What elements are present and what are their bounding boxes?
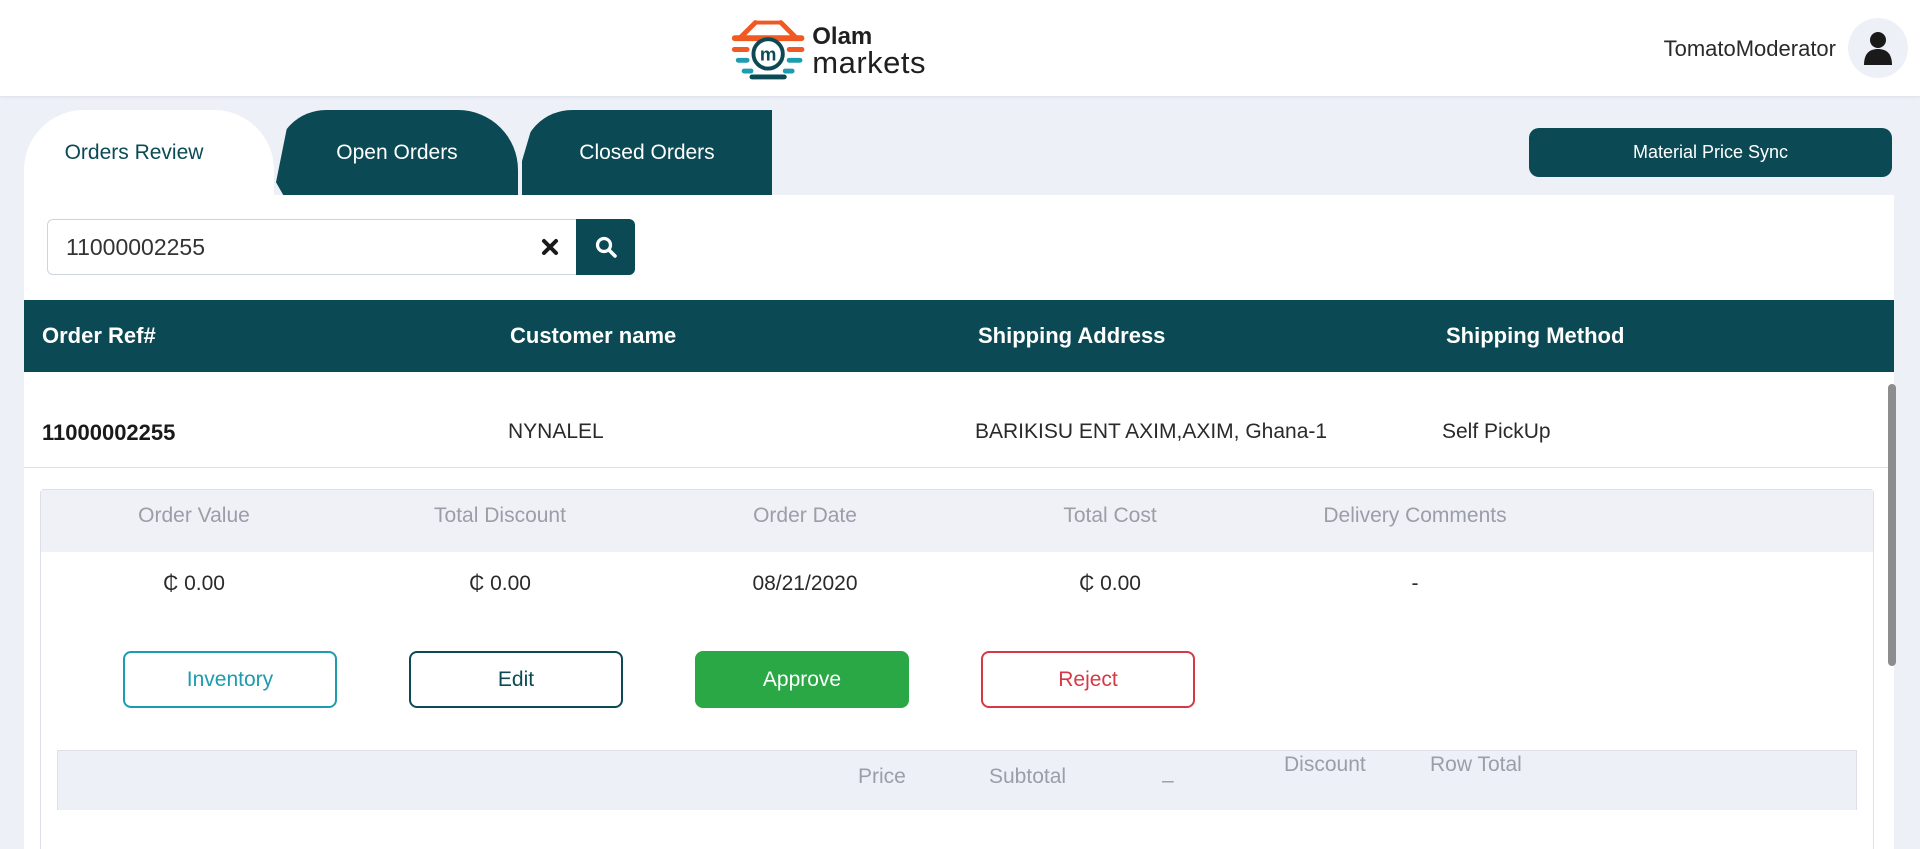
detail-header-total-discount: Total Discount: [434, 504, 566, 527]
delivery-comments-value: -: [1411, 572, 1419, 595]
items-header-row-total: Row Total: [1430, 753, 1522, 776]
items-header-subtotal: Subtotal: [989, 765, 1067, 788]
order-items-table-header: Price Subtotal – Discount Row Total: [57, 750, 1857, 810]
search-button[interactable]: [576, 219, 635, 275]
search-icon: [595, 236, 617, 258]
tab-orders-review[interactable]: Orders Review: [24, 110, 274, 195]
detail-header-order-date: Order Date: [753, 504, 857, 527]
order-detail-values: ₵ 0.00 ₵ 0.00 08/21/2020 ₵ 0.00 -: [41, 552, 1873, 612]
inventory-button[interactable]: Inventory: [123, 651, 337, 708]
items-header-discount: Discount: [1284, 753, 1366, 776]
reject-button[interactable]: Reject: [981, 651, 1195, 708]
total-cost-value: ₵ 0.00: [1079, 572, 1141, 595]
shipping-address-cell: BARIKISU ENT AXIM,AXIM, Ghana-1: [975, 420, 1328, 443]
order-detail-header: Order Value Total Discount Order Date To…: [41, 490, 1873, 552]
edit-button[interactable]: Edit: [409, 651, 623, 708]
logo-wordmark: Olam markets: [812, 21, 926, 78]
vertical-scrollbar[interactable]: [1888, 384, 1896, 666]
basket-logo-icon: m: [731, 20, 805, 80]
app-header: m Olam markets TomatoModerator: [0, 0, 1920, 97]
tab-open-orders[interactable]: Open Orders: [276, 110, 518, 195]
logo-text-markets: markets: [812, 44, 926, 80]
order-date-value: 08/21/2020: [752, 572, 858, 595]
olam-markets-logo[interactable]: m Olam markets: [726, 16, 926, 82]
close-icon: [542, 239, 558, 255]
col-header-shipping-method: Shipping Method: [1446, 323, 1625, 348]
clear-search-button[interactable]: [537, 234, 563, 260]
order-ref-cell: 11000002255: [42, 420, 176, 445]
customer-name-cell: NYNALEL: [508, 420, 604, 443]
orders-review-panel: Order Ref# Customer name Shipping Addres…: [24, 195, 1894, 849]
approve-button[interactable]: Approve: [695, 651, 909, 708]
table-row[interactable]: 11000002255 NYNALEL BARIKISU ENT AXIM,AX…: [24, 372, 1894, 468]
order-value: ₵ 0.00: [163, 572, 225, 595]
detail-header-total-cost: Total Cost: [1063, 504, 1157, 527]
svg-text:m: m: [760, 44, 777, 65]
col-header-customer-name: Customer name: [510, 323, 677, 348]
order-search-input[interactable]: [47, 219, 577, 275]
shipping-method-cell: Self PickUp: [1442, 420, 1551, 443]
username-label[interactable]: TomatoModerator: [1664, 36, 1836, 62]
items-header-dash: –: [1162, 769, 1174, 792]
items-header-price: Price: [858, 765, 906, 788]
user-icon: [1864, 32, 1892, 65]
total-discount-value: ₵ 0.00: [469, 572, 531, 595]
material-price-sync-button[interactable]: Material Price Sync: [1529, 128, 1892, 177]
col-header-shipping-address: Shipping Address: [978, 323, 1166, 348]
user-avatar-button[interactable]: [1848, 18, 1908, 78]
detail-header-order-value: Order Value: [138, 504, 250, 527]
detail-header-delivery-comments: Delivery Comments: [1323, 504, 1507, 527]
tab-closed-orders[interactable]: Closed Orders: [522, 110, 772, 195]
order-search: [47, 219, 635, 275]
order-detail-panel: Order Value Total Discount Order Date To…: [40, 489, 1874, 849]
col-header-order-ref: Order Ref#: [42, 323, 156, 348]
orders-table-header: Order Ref# Customer name Shipping Addres…: [24, 300, 1894, 372]
